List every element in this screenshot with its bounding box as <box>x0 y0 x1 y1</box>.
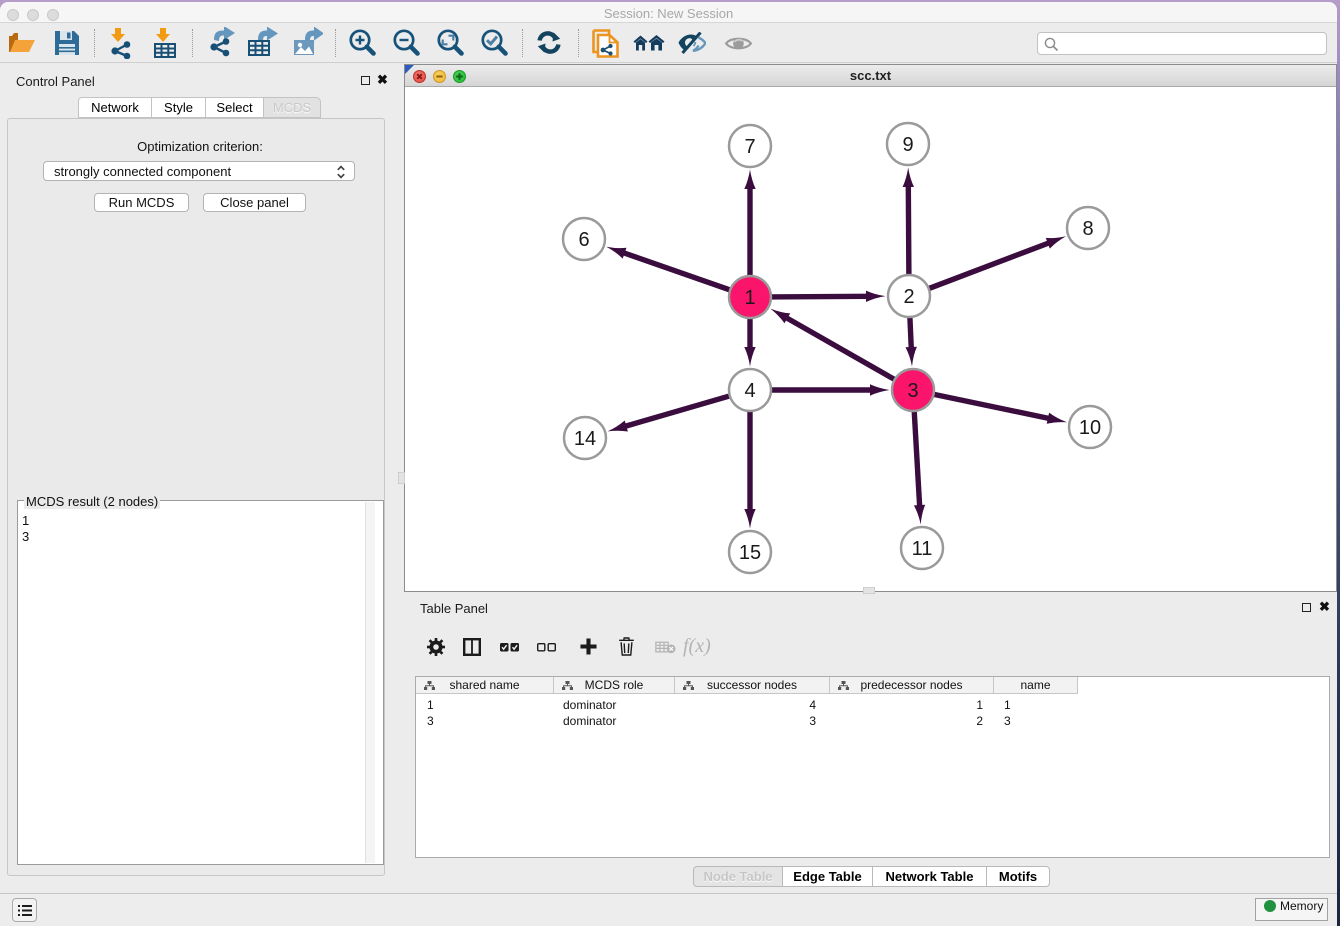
svg-text:8: 8 <box>1082 218 1093 240</box>
svg-text:6: 6 <box>578 229 589 251</box>
svg-text:15: 15 <box>739 542 761 564</box>
svg-text:4: 4 <box>744 380 755 402</box>
svg-text:14: 14 <box>574 428 596 450</box>
svg-text:2: 2 <box>903 286 914 308</box>
svg-text:11: 11 <box>912 538 933 560</box>
svg-text:10: 10 <box>1079 417 1101 439</box>
svg-text:9: 9 <box>902 134 913 156</box>
svg-text:3: 3 <box>907 380 918 402</box>
svg-text:7: 7 <box>744 136 755 158</box>
svg-text:1: 1 <box>744 287 755 309</box>
